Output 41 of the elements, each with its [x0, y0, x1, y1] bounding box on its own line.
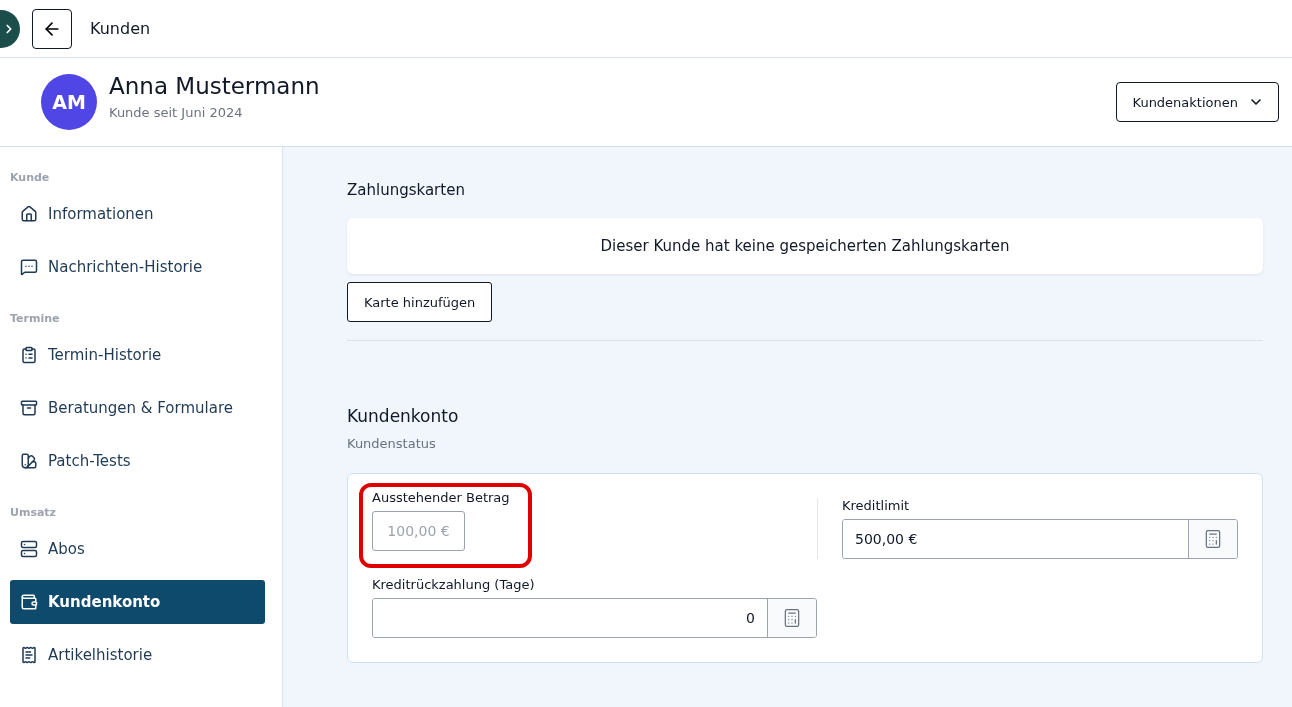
customer-since: Kunde seit Juni 2024 [109, 104, 244, 120]
expand-button[interactable] [0, 9, 20, 48]
field-label: Ausstehender Betrag [372, 490, 511, 505]
input-field[interactable]: 0 [372, 598, 817, 638]
sidebar-item[interactable]: Patch-Tests [10, 439, 265, 483]
avatar: AM [41, 74, 97, 130]
customer-name: Anna Mustermann [109, 72, 321, 99]
section-label: Termine [10, 312, 61, 327]
sidebar-item[interactable]: Kundenkonto [10, 580, 265, 624]
sidebar-item[interactable]: Termin-Historie [10, 333, 265, 377]
sidebar-item[interactable]: Abos [10, 527, 265, 571]
back-button[interactable] [32, 8, 72, 49]
add-card-button[interactable]: Karte hinzufügen [347, 282, 493, 322]
sidebar-item[interactable]: Nachrichten-Historie [10, 245, 265, 289]
section-subtitle: Kundenstatus [347, 436, 437, 451]
sidebar-item[interactable]: Informationen [10, 192, 265, 236]
chat-icon [20, 258, 38, 276]
calculator-button[interactable] [1188, 520, 1237, 558]
calculator-icon [1203, 529, 1223, 549]
page-title: Kunden [90, 19, 151, 38]
calculator-button[interactable] [767, 599, 816, 637]
section-title: Zahlungskarten [347, 181, 466, 199]
field-label: Kreditlimit [842, 498, 911, 513]
amount-field: 100,00 € [372, 511, 465, 551]
input-field[interactable]: 500,00 € [842, 519, 1238, 559]
home-icon [20, 205, 38, 223]
empty-message: Dieser Kunde hat keine gespeicherten Zahlungskarten [347, 218, 1263, 274]
section-label: Umsatz [10, 506, 58, 521]
field-label: Kreditrückzahlung (Tage) [372, 577, 536, 592]
wallet-icon [20, 593, 38, 611]
swatch-icon [20, 452, 38, 470]
server-icon [20, 540, 38, 558]
sidebar-item[interactable]: Beratungen & Formulare [10, 386, 265, 430]
section-title: Kundenkonto [347, 406, 460, 426]
section-label: Kunde [10, 171, 51, 186]
clipboard-icon [20, 346, 38, 364]
tray-icon [20, 399, 38, 417]
receipt-icon [20, 646, 38, 664]
sidebar-item[interactable]: Artikelhistorie [10, 633, 265, 677]
actions-button[interactable]: Kundenaktionen [1115, 82, 1279, 122]
calculator-icon [782, 608, 802, 628]
